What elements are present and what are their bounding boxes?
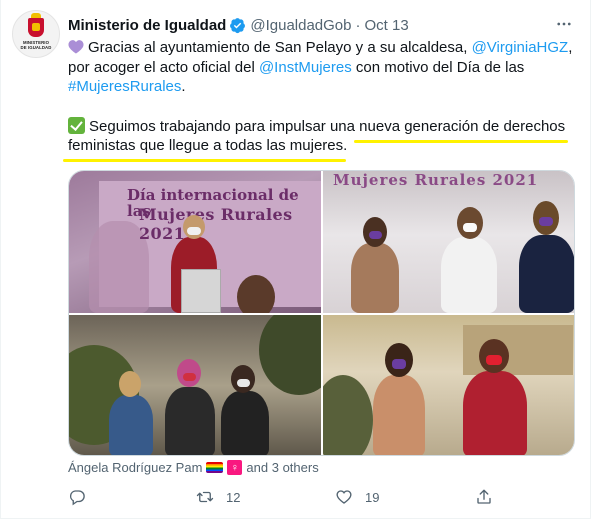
share-icon — [477, 489, 491, 504]
tweet-actions: 12 19 — [68, 486, 498, 508]
photo-seated-panel[interactable]: Mujeres Rurales 2021 — [323, 171, 574, 313]
face-mask — [369, 231, 382, 239]
face-mask — [486, 355, 502, 365]
face-mask — [392, 359, 406, 369]
tweet-text: Gracias al ayuntamiento de San Pelayo y … — [68, 38, 573, 156]
podium — [181, 269, 221, 313]
more-icon[interactable] — [552, 15, 576, 33]
highlight-underline — [354, 140, 568, 143]
retweet-count: 12 — [226, 489, 241, 505]
coat-of-arms-icon — [28, 13, 44, 37]
liker-name[interactable]: Ángela Rodríguez Pam — [68, 460, 202, 475]
reply-button[interactable] — [68, 486, 98, 508]
check-mark-icon — [68, 116, 85, 134]
text-segment: Seguimos trabajando para impulsar una nu… — [89, 117, 566, 135]
like-icon — [336, 490, 352, 504]
tweet-line: Gracias al ayuntamiento de San Pelayo y … — [68, 38, 573, 58]
photo-three-women[interactable] — [69, 315, 321, 455]
avatar-text: MINISTERIO DE IGUALDAD — [20, 40, 52, 50]
like-button[interactable]: 19 — [335, 486, 379, 508]
highlight-underline — [63, 159, 346, 162]
photo-two-women[interactable] — [323, 315, 574, 455]
photo-podium-speaker[interactable]: Día internacional de las Mujeres Rurales… — [69, 171, 321, 313]
tweet-line: #MujeresRurales. — [68, 77, 573, 97]
woman-figure — [463, 371, 527, 455]
venus-icon: ♀ — [227, 460, 243, 475]
mention-link[interactable]: @VirginiaHGZ — [472, 39, 569, 56]
face-mask — [237, 379, 250, 387]
mention-link[interactable]: @InstMujeres — [259, 59, 352, 76]
banner-subtitle: Mujeres Rurales 2021 — [139, 205, 293, 243]
face-mask — [183, 373, 196, 381]
hashtag-link[interactable]: #MujeresRurales — [68, 78, 181, 95]
tweet-line: Seguimos trabajando para impulsar una nu… — [68, 116, 573, 137]
woman-figure — [221, 391, 269, 455]
seated-woman — [351, 243, 399, 313]
text-segment: . — [181, 78, 186, 96]
tweet-card[interactable]: MINISTERIO DE IGUALDAD Ministerio de Igua… — [0, 0, 591, 519]
text-segment: por acoger el acto oficial del — [68, 58, 259, 76]
woman-head — [119, 371, 141, 397]
author-handle[interactable]: @IgualdadGob — [250, 17, 351, 34]
woman-figure — [109, 395, 153, 455]
tweet-date[interactable]: Oct 13 — [365, 17, 409, 34]
liked-by-row[interactable]: Ángela Rodríguez Pam ♀ and 3 others — [68, 460, 319, 475]
verified-badge-icon — [230, 17, 246, 33]
text-segment: con motivo del Día de las — [351, 58, 525, 76]
tweet-line: por acoger el acto oficial del @InstMuje… — [68, 58, 573, 78]
tree-foliage — [259, 315, 321, 395]
media-grid: Día internacional de las Mujeres Rurales… — [68, 170, 575, 456]
retweet-button[interactable]: 12 — [196, 486, 240, 508]
tweet-header: Ministerio de Igualdad @IgualdadGob · Oc… — [68, 15, 409, 35]
text-segment: Gracias al ayuntamiento de San Pelayo y … — [88, 39, 472, 56]
face-mask — [187, 227, 201, 235]
banner-title: Mujeres Rurales 2021 — [333, 171, 539, 189]
woman-figure — [165, 387, 215, 455]
avatar[interactable]: MINISTERIO DE IGUALDAD — [12, 10, 60, 58]
purple-heart-icon — [68, 40, 84, 54]
others-count[interactable]: and 3 others — [246, 460, 318, 475]
like-count: 19 — [365, 489, 380, 505]
text-segment: , — [568, 39, 573, 56]
seated-woman — [519, 235, 574, 313]
shrub — [323, 375, 373, 455]
face-mask — [463, 223, 477, 232]
audience-head — [237, 275, 275, 313]
reply-icon — [69, 490, 85, 506]
text-segment: feministas que llegue a todas las mujere… — [68, 137, 348, 155]
separator-dot: · — [355, 16, 361, 34]
retweet-icon — [196, 491, 214, 503]
seated-woman — [441, 237, 497, 313]
face-mask — [539, 217, 553, 226]
share-button[interactable] — [475, 486, 493, 508]
woman-figure — [373, 375, 425, 455]
rainbow-flag-icon — [206, 462, 224, 473]
author-name[interactable]: Ministerio de Igualdad — [68, 17, 226, 34]
